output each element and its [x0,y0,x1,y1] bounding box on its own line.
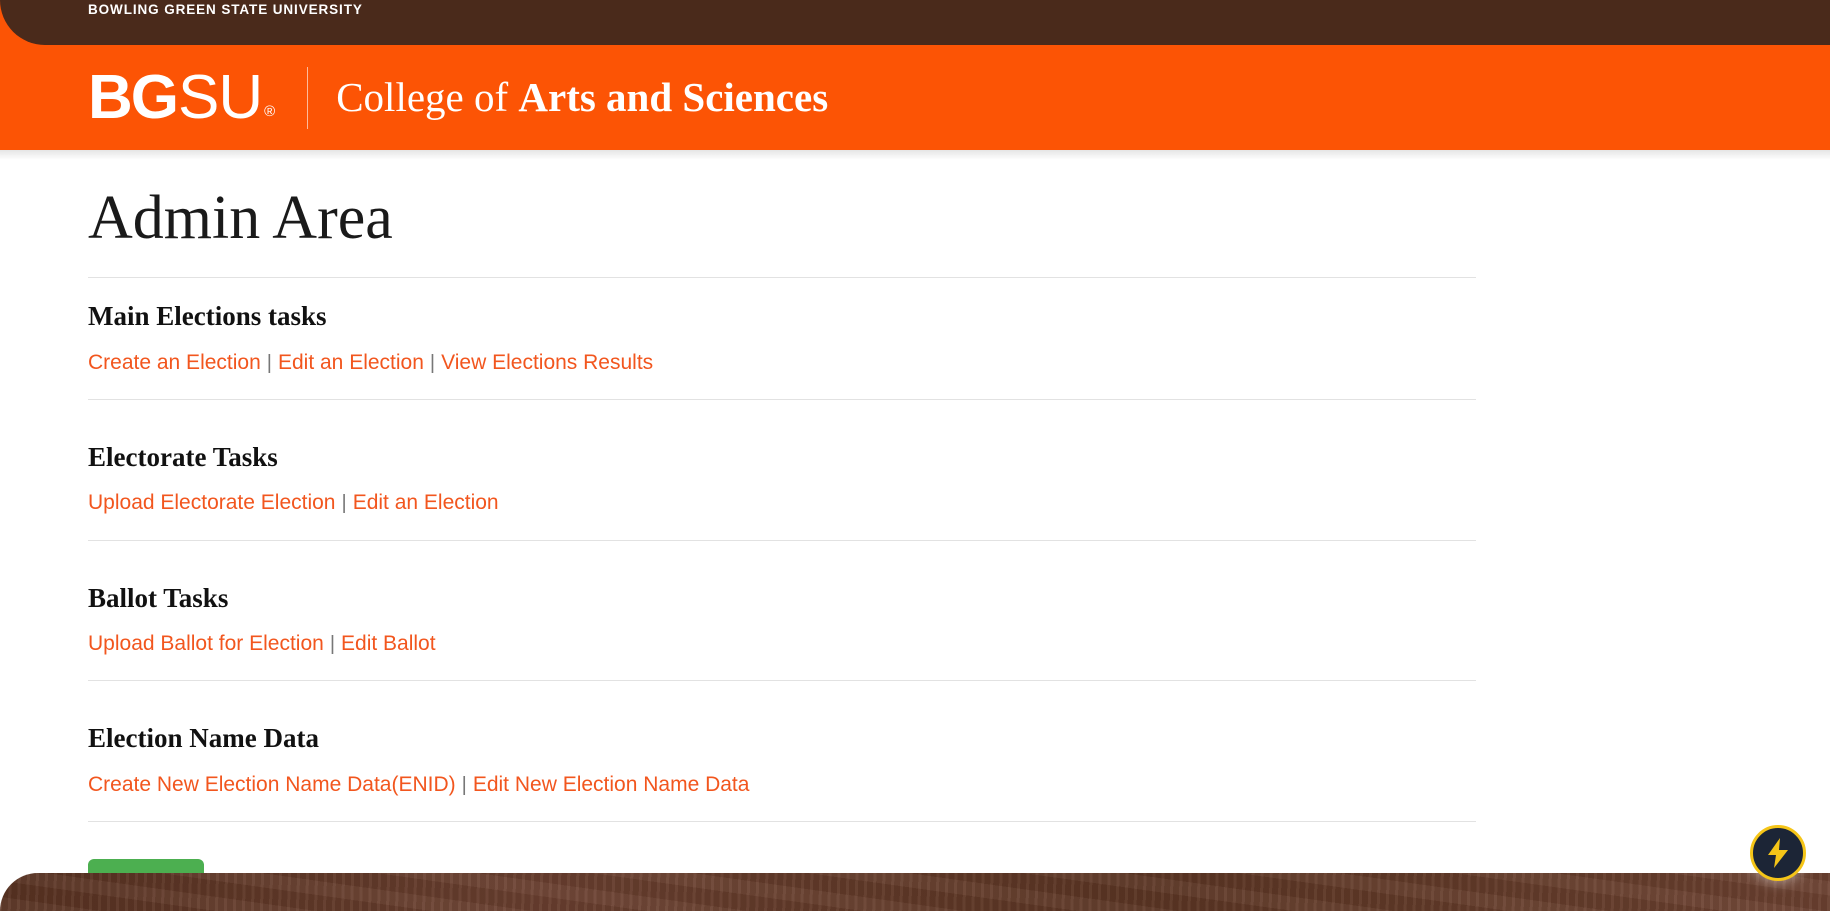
section-link[interactable]: Edit an Election [278,351,424,374]
section-heading: Electorate Tasks [88,441,1476,473]
section-link[interactable]: Upload Ballot for Election [88,632,324,655]
section-heading: Main Elections tasks [88,300,1476,332]
section-link[interactable]: Edit Ballot [341,632,436,655]
section-heading: Election Name Data [88,722,1476,754]
admin-area-page: BGSU® College of Arts and Sciences BOWLI… [0,0,1830,911]
divider [88,680,1476,681]
section-link[interactable]: View Elections Results [441,351,653,374]
registered-mark-icon: ® [264,104,275,119]
bgsu-logo[interactable]: BGSU® [88,67,275,129]
divider [88,277,1476,278]
section-link-row: Create an Election|Edit an Election|View… [88,349,1476,377]
band-shadow [0,150,1830,160]
section-heading: Ballot Tasks [88,582,1476,614]
section-link[interactable]: Upload Electorate Election [88,491,335,514]
divider [88,821,1476,822]
section-link[interactable]: Edit an Election [353,491,499,514]
link-separator: | [424,352,441,374]
link-separator: | [324,633,341,655]
footer-strip [0,873,1830,911]
utility-bar-inner: BOWLING GREEN STATE UNIVERSITY [88,0,363,45]
bgsu-logo-su: SU [178,67,262,129]
section-link[interactable]: Edit New Election Name Data [473,773,750,796]
utility-bar: BOWLING GREEN STATE UNIVERSITY [0,0,1830,45]
college-title-bold: Arts and Sciences [518,74,828,120]
brand-lockup[interactable]: BGSU® College of Arts and Sciences [88,62,828,134]
section-link-row: Upload Ballot for Election|Edit Ballot [88,630,1476,658]
section-link[interactable]: Create an Election [88,351,261,374]
divider [88,399,1476,400]
sections-host: Main Elections tasksCreate an Election|E… [88,300,1476,841]
university-name[interactable]: BOWLING GREEN STATE UNIVERSITY [88,1,363,18]
brand-divider [307,67,308,129]
link-separator: | [456,774,473,796]
section-block: Main Elections tasksCreate an Election|E… [88,300,1476,419]
content-column: Admin Area Main Elections tasks Create an… [88,150,1476,911]
section-block: Ballot Tasks Upload Ballot for Election|E… [88,582,1476,701]
bgsu-logo-bg: BG [88,67,177,129]
section-link-row: Upload Electorate Election|Edit an Elect… [88,489,1476,517]
link-separator: | [261,352,278,374]
section-link-row: Create New Election Name Data(ENID)|Edit… [88,771,1476,799]
college-title: College of Arts and Sciences [336,76,828,119]
section-block: Electorate Tasks Upload Electorate Electi… [88,441,1476,560]
divider [88,540,1476,541]
section-block: Election Name Data Create New Election Na… [88,722,1476,841]
main-content: Admin Area Main Elections tasks Create an… [0,150,1830,911]
college-title-light: College of [336,74,518,120]
lightning-fab-button[interactable] [1750,825,1806,881]
page-title: Admin Area [88,150,1476,255]
link-separator: | [335,492,352,514]
section-link[interactable]: Create New Election Name Data(ENID) [88,773,456,796]
lightning-bolt-icon [1765,837,1791,869]
